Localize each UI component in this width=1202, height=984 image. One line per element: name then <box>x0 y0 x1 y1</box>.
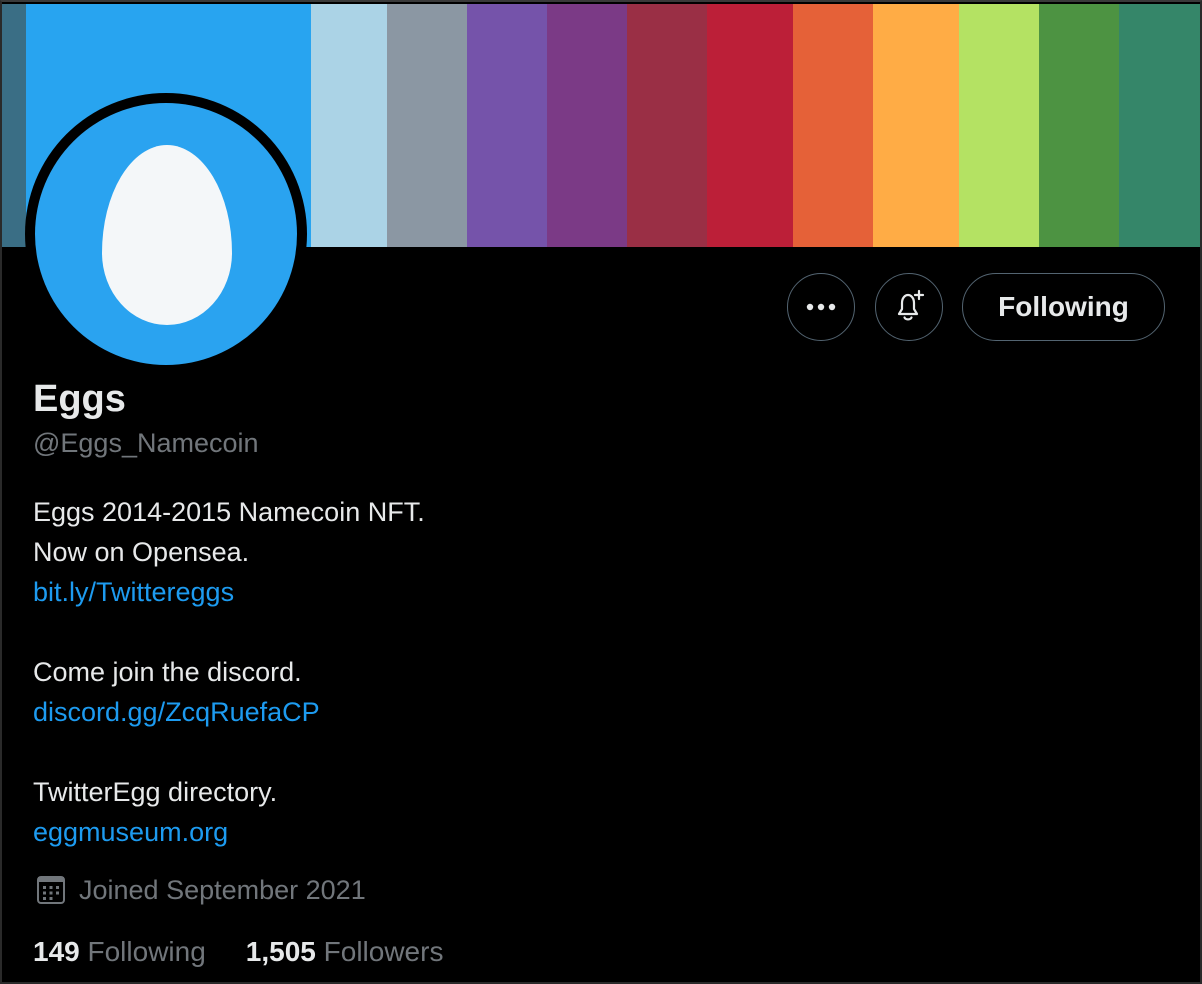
followers-label: Followers <box>323 936 444 967</box>
calendar-icon <box>37 876 65 904</box>
bio-blank-line <box>33 732 425 772</box>
banner-stripe <box>387 4 467 247</box>
banner-stripe <box>311 4 387 247</box>
following-count: 149 <box>33 936 80 967</box>
following-stat[interactable]: 149 Following <box>33 936 206 968</box>
bio-blank-line <box>33 612 425 652</box>
banner-stripe <box>959 4 1039 247</box>
banner-stripe <box>707 4 793 247</box>
banner-stripe <box>627 4 707 247</box>
more-button[interactable] <box>787 273 855 341</box>
display-name: Eggs <box>33 378 126 420</box>
banner-stripe <box>2 4 26 247</box>
banner-stripe <box>547 4 627 247</box>
banner-stripe <box>467 4 547 247</box>
followers-count: 1,505 <box>245 936 316 967</box>
bio-line: Eggs 2014-2015 Namecoin NFT. <box>33 497 425 527</box>
avatar[interactable] <box>35 103 297 365</box>
handle: @Eggs_Namecoin <box>33 428 259 458</box>
bio-link[interactable]: bit.ly/Twittereggs <box>33 572 425 612</box>
bio-link[interactable]: discord.gg/ZcqRuefaCP <box>33 692 425 732</box>
notifications-button[interactable] <box>875 273 943 341</box>
bio-line: TwitterEgg directory. <box>33 777 278 807</box>
bio: Eggs 2014-2015 Namecoin NFT. Now on Open… <box>33 492 425 852</box>
bio-line: Now on Opensea. <box>33 537 250 567</box>
banner-stripe <box>793 4 873 247</box>
joined-date: Joined September 2021 <box>35 874 366 906</box>
banner-stripe <box>1119 4 1200 247</box>
following-label: Following <box>87 936 206 967</box>
bio-line: Come join the discord. <box>33 657 302 687</box>
joined-text: Joined September 2021 <box>79 874 366 905</box>
banner-stripe <box>1039 4 1119 247</box>
banner-stripe <box>873 4 959 247</box>
follow-stats: 149 Following 1,505 Followers <box>33 936 483 968</box>
bio-link[interactable]: eggmuseum.org <box>33 812 425 852</box>
egg-icon <box>102 145 232 325</box>
more-icon <box>806 303 836 311</box>
notification-bell-icon <box>897 289 925 321</box>
following-button[interactable]: Following <box>962 273 1165 341</box>
followers-stat[interactable]: 1,505 Followers <box>246 936 444 968</box>
